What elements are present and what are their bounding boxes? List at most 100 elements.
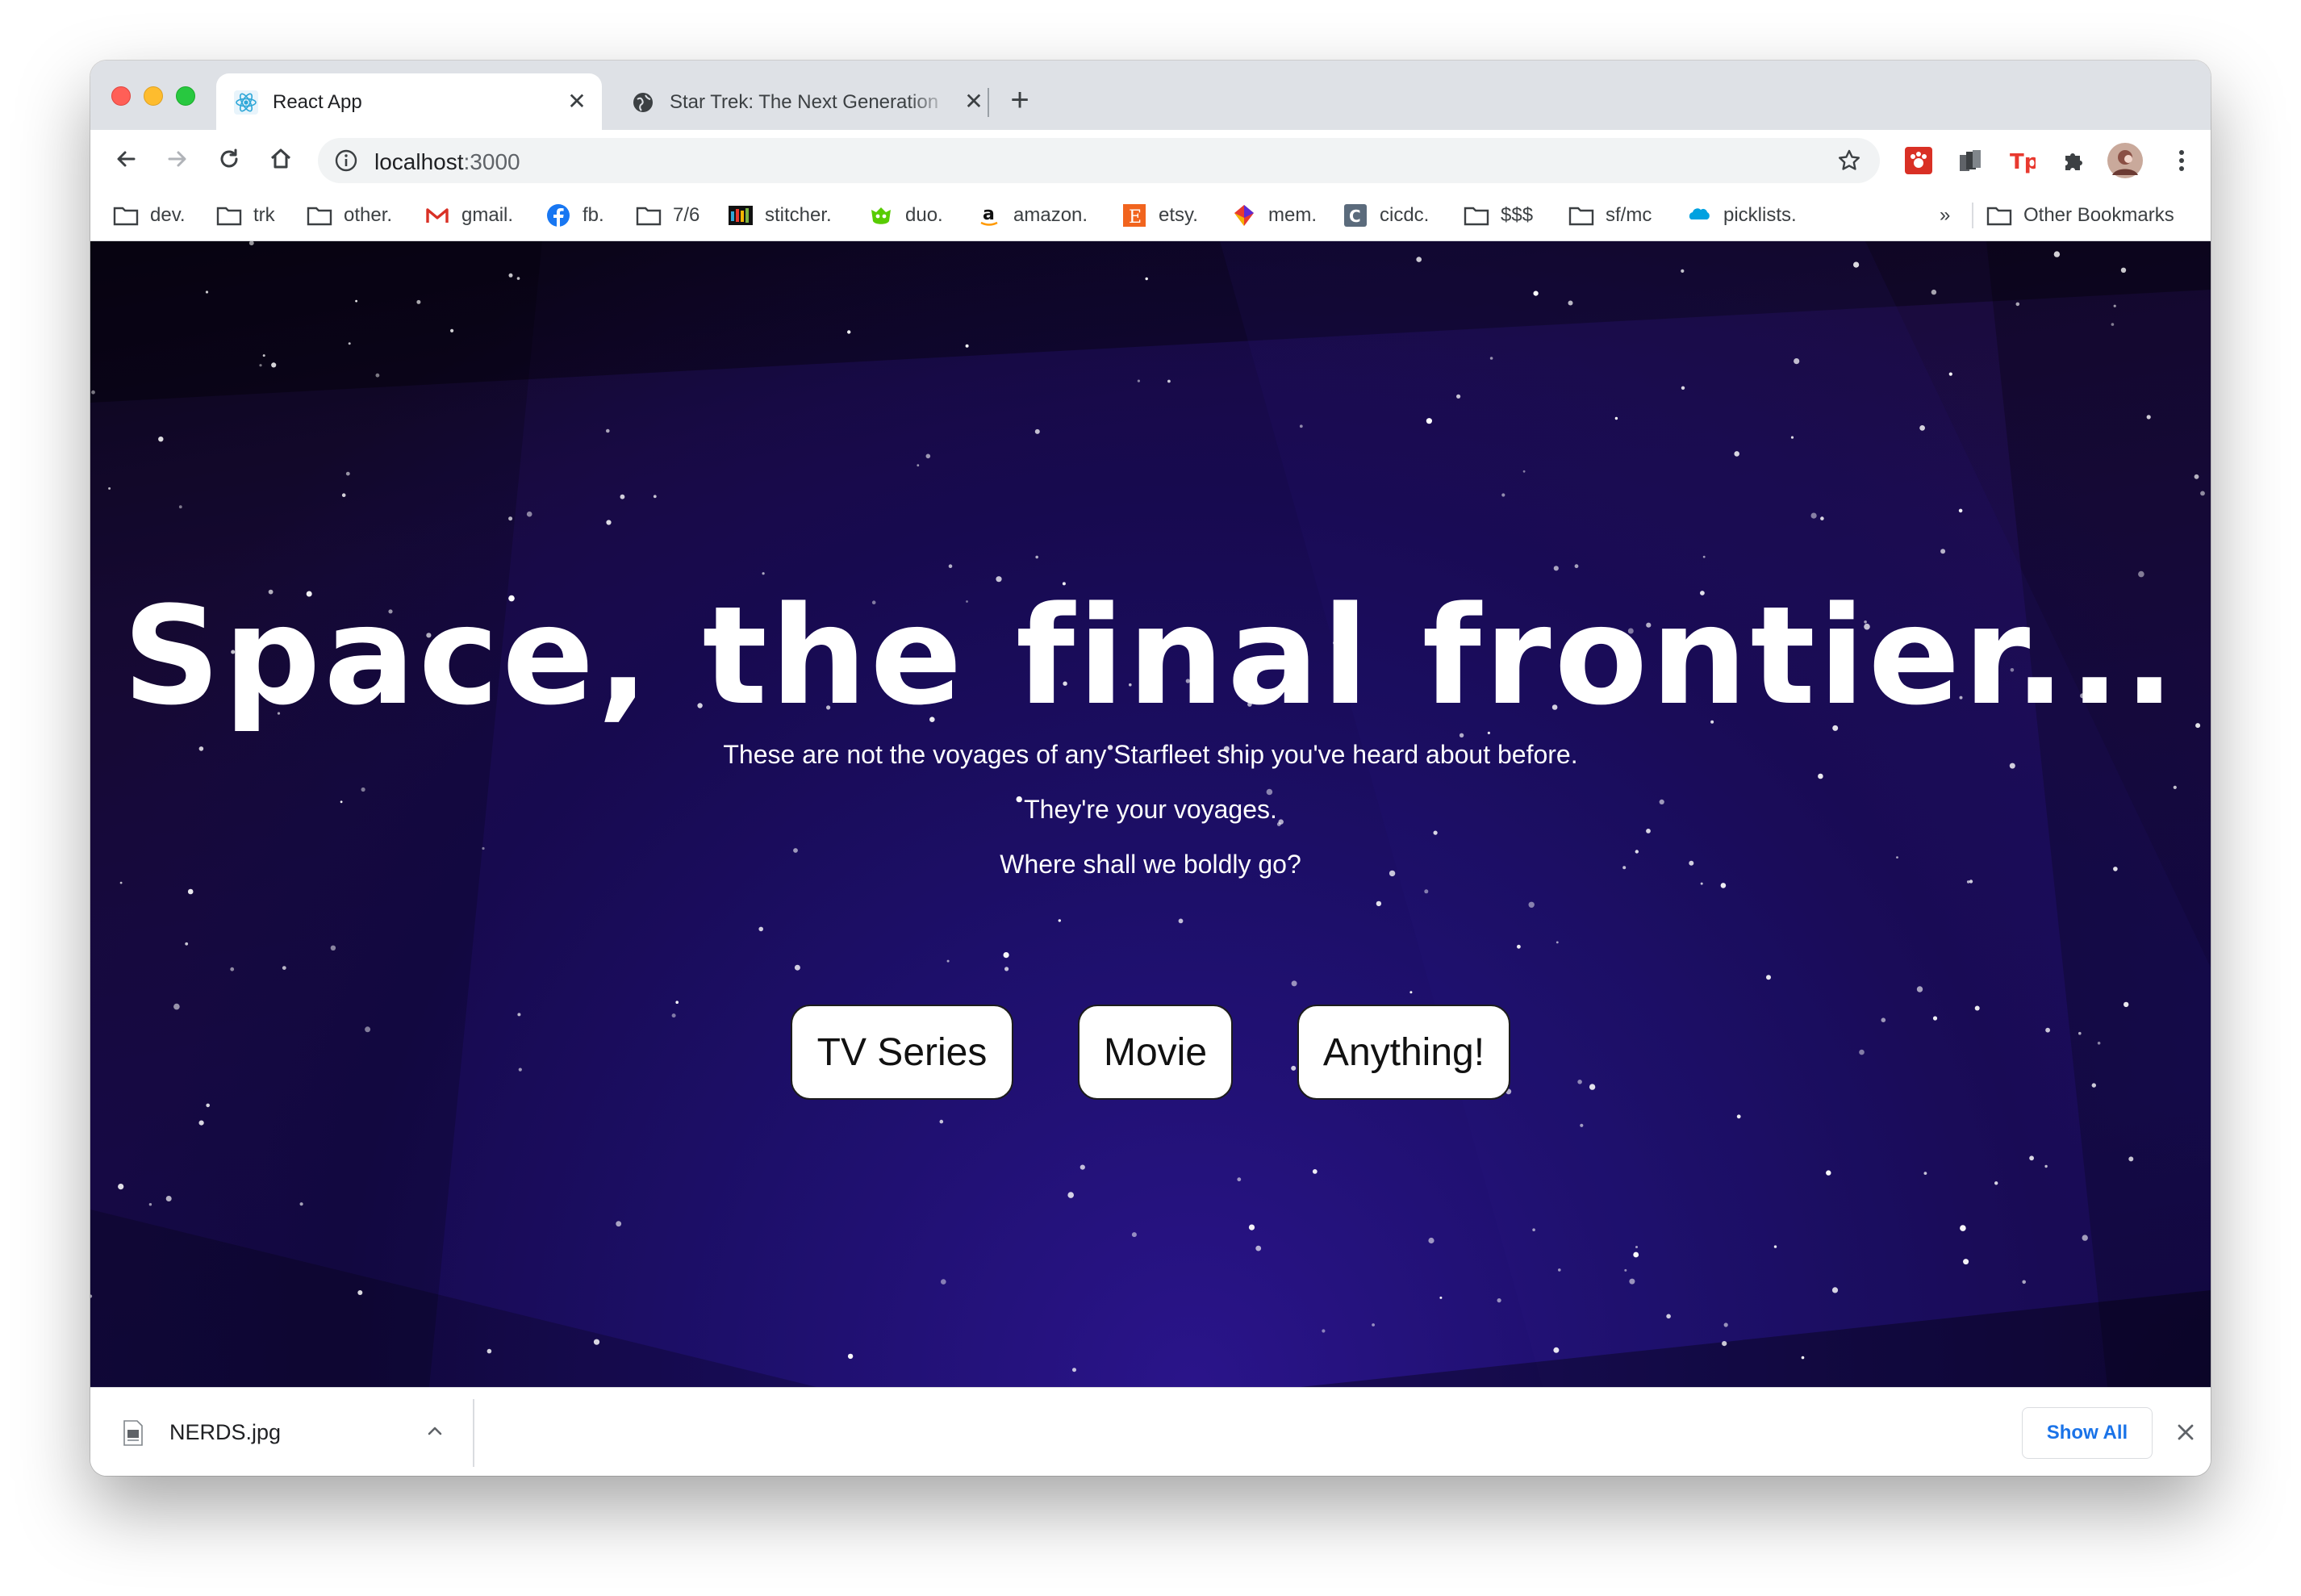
star (375, 373, 380, 378)
bookmark-stitcher[interactable]: stitcher. (728, 201, 832, 230)
star (1528, 901, 1535, 908)
address-bar[interactable]: localhost:3000 (318, 138, 1880, 183)
star (1818, 773, 1823, 779)
star (1003, 952, 1009, 959)
star (1439, 1296, 1443, 1299)
star (1372, 1323, 1375, 1327)
bookmark-cicdc[interactable]: C cicdc. (1343, 201, 1429, 230)
star (1958, 508, 1963, 513)
extension-red-paw-icon[interactable] (1904, 146, 1933, 175)
bookmark-etsy[interactable]: E etsy. (1121, 201, 1198, 230)
info-icon[interactable] (334, 148, 358, 173)
hero-title: Space, the final frontier... (123, 577, 2178, 735)
home-icon (270, 148, 291, 169)
star (2194, 474, 2199, 479)
tab-star-trek[interactable]: Star Trek: The Next Generation ✕ (613, 73, 1017, 130)
facebook-icon (547, 204, 570, 227)
star (1497, 1298, 1501, 1303)
extension-stack-icon[interactable] (1956, 146, 1985, 175)
download-item[interactable]: NERDS.jpg (90, 1388, 473, 1476)
star (1635, 1246, 1638, 1248)
forward-button[interactable] (161, 143, 194, 175)
star (1489, 357, 1493, 360)
star (1722, 1341, 1727, 1347)
star (1720, 883, 1727, 888)
folder-icon (1568, 207, 1594, 226)
star (847, 1353, 854, 1360)
bookmark-7-6[interactable]: 7/6 (636, 201, 699, 230)
bookmark-picklists[interactable]: picklists. (1686, 201, 1797, 230)
star (1700, 882, 1703, 885)
star (925, 453, 931, 459)
bookmarks-overflow-button[interactable]: » (1940, 204, 1950, 227)
star (1960, 1225, 1966, 1231)
url-text[interactable]: localhost:3000 (374, 149, 520, 175)
movie-button[interactable]: Movie (1078, 1005, 1233, 1100)
star (2053, 251, 2061, 257)
tab-close-icon[interactable]: ✕ (962, 90, 986, 114)
bookmark-amazon[interactable]: a amazon. (976, 201, 1088, 230)
cicdc-icon: C (1344, 204, 1367, 227)
window-maximize-button[interactable] (176, 86, 195, 106)
bookmark-gmail[interactable]: gmail. (424, 201, 513, 230)
amazon-icon: a (980, 204, 998, 226)
other-bookmarks[interactable]: Other Bookmarks (1986, 201, 2174, 230)
bookmark-star-icon[interactable] (1836, 148, 1862, 173)
bookmark-duo[interactable]: duo. (868, 201, 943, 230)
folder-icon (216, 207, 242, 226)
home-button[interactable] (265, 143, 297, 175)
reload-button[interactable] (213, 143, 245, 175)
star (1376, 900, 1382, 907)
gmail-icon (426, 208, 449, 223)
star (1932, 1016, 1938, 1021)
star (282, 966, 286, 970)
back-button[interactable] (110, 143, 142, 175)
new-tab-button[interactable]: + (1004, 84, 1036, 117)
star (1919, 425, 1926, 431)
star (1736, 1114, 1741, 1119)
star (1801, 1356, 1805, 1360)
star (1433, 830, 1438, 835)
bookmark-dev[interactable]: dev. (113, 201, 186, 230)
star (1790, 436, 1794, 439)
star (606, 520, 612, 525)
star (620, 494, 625, 499)
extension-tp-icon[interactable]: Tp (2007, 146, 2036, 175)
bookmark-money[interactable]: $$$ (1464, 201, 1533, 230)
image-file-icon (123, 1420, 143, 1446)
star (1969, 879, 1973, 884)
anything-button[interactable]: Anything! (1297, 1005, 1510, 1100)
star (1666, 1314, 1671, 1319)
close-icon[interactable] (2172, 1418, 2199, 1446)
profile-avatar[interactable] (2107, 143, 2143, 178)
bookmark-label: 7/6 (673, 204, 700, 226)
tab-react-app[interactable]: React App ✕ (216, 73, 602, 130)
window-minimize-button[interactable] (144, 86, 163, 106)
extensions-puzzle-icon[interactable] (2059, 146, 2088, 175)
tab-close-icon[interactable]: ✕ (565, 90, 589, 114)
star (1574, 564, 1579, 569)
bookmark-fb[interactable]: fb. (545, 201, 604, 230)
bookmark-trk[interactable]: trk (216, 201, 275, 230)
kebab-menu-icon[interactable] (2167, 146, 2196, 175)
window-close-button[interactable] (111, 86, 131, 106)
star (1035, 555, 1038, 559)
bookmark-other[interactable]: other. (307, 201, 392, 230)
star (1853, 261, 1860, 268)
star (1424, 889, 1429, 894)
star (119, 881, 123, 884)
star (2044, 1164, 2048, 1168)
show-all-button[interactable]: Show All (2022, 1407, 2153, 1459)
bookmark-mem[interactable]: mem. (1231, 201, 1317, 230)
star (108, 487, 111, 490)
bookmark-label: mem. (1268, 204, 1317, 226)
star (517, 1013, 521, 1017)
tv-series-button[interactable]: TV Series (791, 1005, 1013, 1100)
bookmark-label: cicdc. (1380, 204, 1430, 226)
chevron-up-icon[interactable] (423, 1418, 447, 1443)
star (1681, 269, 1685, 273)
star (1131, 1232, 1137, 1238)
stitcher-icon (729, 206, 753, 225)
bookmark-sf-mc[interactable]: sf/mc (1568, 201, 1652, 230)
star (357, 1290, 363, 1295)
